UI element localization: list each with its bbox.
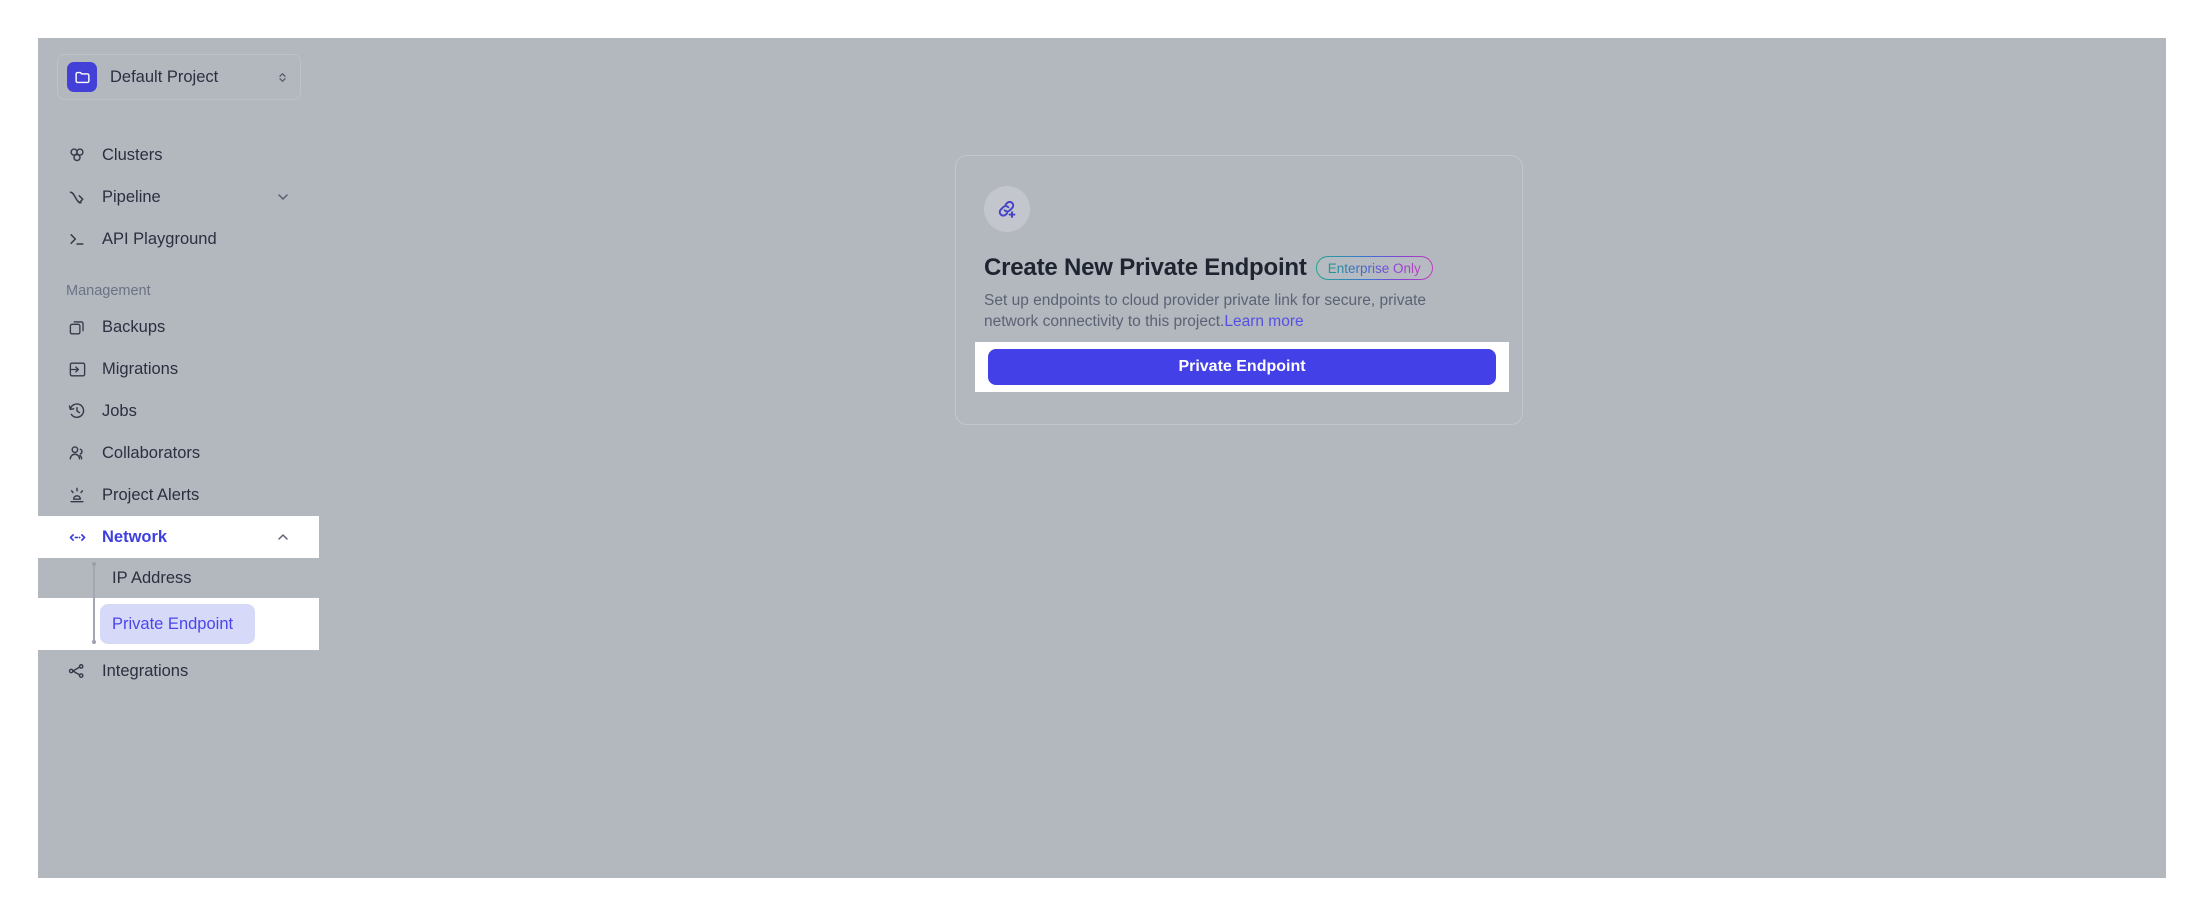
enterprise-only-badge: Enterprise Only xyxy=(1316,256,1433,280)
page-title: Create New Private Endpoint xyxy=(984,254,1307,281)
migrations-icon xyxy=(66,358,88,380)
network-arrows-icon xyxy=(66,526,88,548)
create-private-endpoint-card: Create New Private Endpoint Enterprise O… xyxy=(955,155,1523,425)
cta-spotlight-plate: Private Endpoint xyxy=(975,342,1509,392)
collaborators-icon xyxy=(66,442,88,464)
sidebar-item-label: Collaborators xyxy=(102,443,201,462)
link-plus-icon xyxy=(984,186,1030,232)
sidebar-item-api-playground[interactable]: API Playground xyxy=(57,218,301,260)
chevron-up-down-icon[interactable] xyxy=(275,70,290,85)
sidebar-item-label: API Playground xyxy=(102,229,217,248)
sidebar-item-label: Integrations xyxy=(102,661,189,680)
sidebar-item-migrations[interactable]: Migrations xyxy=(57,348,301,390)
card-title-row: Create New Private Endpoint Enterprise O… xyxy=(984,254,1494,282)
sidebar-item-pipeline[interactable]: Pipeline xyxy=(57,176,301,218)
chevron-up-icon[interactable] xyxy=(275,529,291,545)
sidebar-item-label: Backups xyxy=(102,317,166,336)
card-description: Set up endpoints to cloud provider priva… xyxy=(984,290,1464,333)
pipeline-icon xyxy=(66,186,88,208)
sidebar-item-label: Jobs xyxy=(102,401,137,420)
sidebar-nav-list: Clusters Pipeline API Playground Managem… xyxy=(38,118,319,692)
sidebar-subitem-label: IP Address xyxy=(112,568,192,587)
integrations-share-icon xyxy=(66,660,88,682)
project-name: Default Project xyxy=(110,67,219,86)
sidebar-item-jobs[interactable]: Jobs xyxy=(57,390,301,432)
submenu-rail xyxy=(92,562,96,644)
sidebar-subitem-private-endpoint[interactable]: Private Endpoint xyxy=(100,604,255,644)
sidebar: Default Project Clusters Pipeline API Pl… xyxy=(38,38,319,878)
learn-more-link[interactable]: Learn more xyxy=(1224,313,1303,330)
sidebar-item-integrations[interactable]: Integrations xyxy=(57,650,301,692)
sidebar-item-label: Pipeline xyxy=(102,187,161,206)
backups-icon xyxy=(66,316,88,338)
card-description-text: Set up endpoints to cloud provider priva… xyxy=(984,292,1426,331)
sidebar-item-project-alerts[interactable]: Project Alerts xyxy=(57,474,301,516)
folder-icon xyxy=(67,62,97,92)
terminal-icon xyxy=(66,228,88,250)
sidebar-item-collaborators[interactable]: Collaborators xyxy=(57,432,301,474)
application-window: Default Project Clusters Pipeline API Pl… xyxy=(38,38,2166,878)
sidebar-item-label: Clusters xyxy=(102,145,163,164)
alert-beacon-icon xyxy=(66,484,88,506)
sidebar-item-clusters[interactable]: Clusters xyxy=(57,134,301,176)
sidebar-section-management: Management xyxy=(66,283,151,299)
create-private-endpoint-button[interactable]: Private Endpoint xyxy=(988,349,1496,385)
network-submenu: IP Address Private Endpoint xyxy=(38,558,319,650)
sidebar-subitem-ip-address[interactable]: IP Address xyxy=(100,558,301,598)
jobs-clock-icon xyxy=(66,400,88,422)
sidebar-item-network[interactable]: Network xyxy=(57,516,301,558)
sidebar-item-backups[interactable]: Backups xyxy=(57,306,301,348)
sidebar-item-label: Network xyxy=(102,527,168,546)
private-endpoint-spotlight-plate: Private Endpoint xyxy=(38,598,319,650)
badge-label: Enterprise Only xyxy=(1327,260,1421,276)
main-content: Create New Private Endpoint Enterprise O… xyxy=(319,38,2166,878)
network-spotlight-plate: Network xyxy=(38,516,319,558)
sidebar-subitem-label: Private Endpoint xyxy=(112,614,234,633)
chevron-down-icon[interactable] xyxy=(275,189,291,205)
sidebar-item-label: Project Alerts xyxy=(102,485,200,504)
clusters-icon xyxy=(66,144,88,166)
project-selector[interactable]: Default Project xyxy=(57,54,301,100)
sidebar-item-label: Migrations xyxy=(102,359,179,378)
